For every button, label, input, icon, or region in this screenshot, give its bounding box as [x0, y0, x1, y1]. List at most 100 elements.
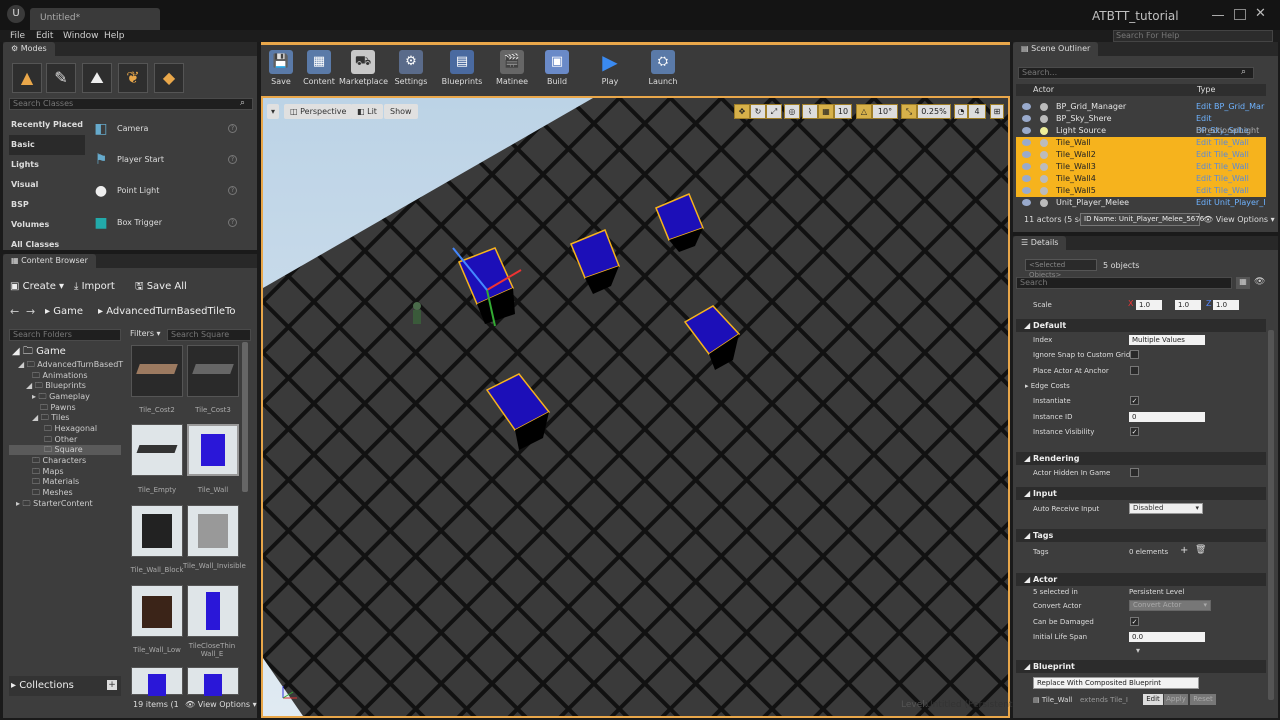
section-blueprint[interactable]: ◢ Blueprint — [1016, 660, 1266, 673]
scene-outliner-tab[interactable]: ▤ Scene Outliner — [1013, 42, 1099, 56]
tree-hexagonal[interactable]: 🗀 Hexagonal — [44, 424, 97, 434]
visibility-eye-icon[interactable] — [1022, 103, 1031, 110]
asset-tile-wall-invisible[interactable] — [187, 505, 239, 557]
viewport[interactable] — [261, 96, 1010, 718]
outliner-row-selected[interactable]: Tile_Wall4 Edit Tile_Wall — [1016, 173, 1266, 185]
paint-mode-icon[interactable]: ✎ — [46, 63, 76, 93]
back-icon[interactable]: ← — [10, 305, 19, 318]
category-visual[interactable]: Visual — [9, 175, 85, 195]
outliner-view-options[interactable]: 👁 View Options ▾ — [1203, 215, 1275, 224]
path-child[interactable]: ▸ AdvancedTurnBasedTileTo — [98, 306, 243, 317]
outliner-row[interactable]: BP_Sky_Shere Edit BP_Sky_Sphe — [1016, 113, 1266, 135]
section-default[interactable]: ◢ Default — [1016, 319, 1266, 332]
category-all-classes[interactable]: All Classes — [9, 235, 85, 255]
menu-window[interactable]: Window — [63, 30, 99, 42]
toolbar-content[interactable]: ▦ Content — [295, 47, 343, 91]
toolbar-blueprints[interactable]: ▤ Blueprints — [438, 47, 486, 91]
column-actor[interactable]: Actor — [1033, 85, 1054, 94]
property-matrix-icon[interactable]: ▦ — [1236, 277, 1250, 289]
grid-snap-icon[interactable]: ▦ — [818, 104, 834, 119]
geometry-mode-icon[interactable]: ◆ — [154, 63, 184, 93]
asset-tile-wall[interactable] — [187, 424, 239, 476]
filters-button[interactable]: Filters ▾ — [130, 329, 161, 338]
details-tab[interactable]: ☰ Details — [1013, 236, 1067, 250]
maximize-icon[interactable] — [1234, 9, 1246, 20]
outliner-row-selected[interactable]: Tile_Wall5 Edit Tile_Wall — [1016, 185, 1266, 197]
asset-tile-cost3[interactable] — [187, 345, 239, 397]
place-item-point-light[interactable]: ● Point Light? — [87, 177, 247, 207]
section-rendering[interactable]: ◢ Rendering — [1016, 452, 1266, 465]
scale-x-field[interactable]: 1.0 — [1136, 300, 1162, 310]
help-icon[interactable]: ? — [228, 218, 237, 227]
blueprint-reset-button[interactable]: Reset — [1190, 694, 1216, 705]
visibility-eye-icon[interactable] — [1022, 187, 1031, 194]
edge-costs-label[interactable]: ▸ Edge Costs — [1025, 381, 1070, 391]
outliner-row[interactable]: BP_Grid_Manager Edit BP_Grid_Mar — [1016, 101, 1266, 113]
eye-icon[interactable]: 👁 — [1254, 277, 1265, 287]
convert-actor-dropdown[interactable]: Convert Actor ▾ — [1129, 600, 1211, 611]
section-actor[interactable]: ◢ Actor — [1016, 573, 1266, 586]
translate-tool-icon[interactable]: ✥ — [734, 104, 750, 119]
search-assets-input[interactable]: Search Square — [167, 329, 251, 341]
outliner-row[interactable]: Unit_Player_Melee Edit Unit_Player_I — [1016, 197, 1266, 209]
tree-pawns[interactable]: 🗀 Pawns — [40, 403, 76, 413]
section-tags[interactable]: ◢ Tags — [1016, 529, 1266, 542]
help-icon[interactable]: ? — [228, 186, 237, 195]
place-item-player-start[interactable]: ⚑ Player Start? — [87, 146, 247, 176]
search-folders-input[interactable]: Search Folders — [9, 329, 121, 341]
scale-z-field[interactable]: 1.0 — [1213, 300, 1239, 310]
instantiate-checkbox[interactable]: ✓ — [1130, 396, 1139, 405]
player-unit-mesh[interactable] — [413, 302, 421, 324]
tree-square[interactable]: 🗀 Square — [9, 445, 121, 455]
add-collection-icon[interactable]: + — [107, 680, 117, 690]
tree-startercontent[interactable]: ▸ 🗀 StarterContent — [16, 499, 93, 509]
close-icon[interactable]: ✕ — [1255, 6, 1266, 21]
asset-tile-empty[interactable] — [131, 424, 183, 476]
ignore-snap-checkbox[interactable] — [1130, 350, 1139, 359]
rotation-snap-value[interactable]: 10° — [872, 104, 898, 119]
visibility-eye-icon[interactable] — [1022, 139, 1031, 146]
path-root[interactable]: ▸ Game — [45, 306, 83, 317]
content-browser-tab[interactable]: ▦ Content Browser — [3, 254, 96, 268]
view-options-button[interactable]: 👁 View Options ▾ — [185, 700, 257, 709]
toolbar-marketplace[interactable]: ⛟ Marketplace — [339, 47, 388, 91]
details-search-input[interactable]: Search — [1016, 277, 1232, 289]
column-type[interactable]: Type — [1197, 85, 1215, 94]
scale-tool-icon[interactable]: ⤢ — [766, 104, 782, 119]
tree-advancedturnbased[interactable]: ◢ 🗀 AdvancedTurnBasedT — [18, 360, 123, 370]
asset-tile-wall-block[interactable] — [131, 505, 183, 557]
visibility-eye-icon[interactable] — [1022, 151, 1031, 158]
maximize-viewport-icon[interactable]: ⊞ — [990, 104, 1004, 119]
tree-characters[interactable]: 🗀 Characters — [32, 456, 86, 466]
scale-y-field[interactable]: 1.0 — [1175, 300, 1201, 310]
scale-snap-icon[interactable]: ⤡ — [901, 104, 917, 119]
landscape-mode-icon[interactable]: ⛰ — [82, 63, 112, 93]
tree-game[interactable]: ◢ 🗀 Game — [12, 347, 66, 357]
index-field[interactable]: Multiple Values — [1129, 335, 1205, 345]
initial-life-span-field[interactable]: 0.0 — [1129, 632, 1205, 642]
collections-header[interactable]: ▸ Collections — [9, 676, 121, 696]
show-button[interactable]: Show — [384, 104, 418, 119]
forward-icon[interactable]: → — [26, 305, 35, 318]
camera-speed-value[interactable]: 4 — [968, 104, 986, 119]
visibility-eye-icon[interactable] — [1022, 163, 1031, 170]
outliner-row-selected[interactable]: Tile_Wall Edit Tile_Wall — [1016, 137, 1266, 149]
outliner-row-selected[interactable]: Tile_Wall2 Edit Tile_Wall — [1016, 149, 1266, 161]
toolbar-build[interactable]: ▣ Build — [533, 47, 581, 91]
world-space-icon[interactable]: ◎ — [784, 104, 800, 119]
replace-composited-button[interactable]: Replace With Composited Blueprint — [1033, 677, 1199, 689]
blueprint-edit-button[interactable]: Edit — [1143, 694, 1163, 705]
perspective-button[interactable]: ◫ Perspective — [284, 104, 353, 119]
blueprint-apply-button[interactable]: Apply — [1164, 694, 1188, 705]
place-mode-icon[interactable]: ▲ — [12, 63, 42, 93]
section-input[interactable]: ◢ Input — [1016, 487, 1266, 500]
rotate-tool-icon[interactable]: ↻ — [750, 104, 766, 119]
can-be-damaged-checkbox[interactable]: ✓ — [1130, 617, 1139, 626]
menu-help[interactable]: Help — [104, 30, 125, 42]
grid-snap-value[interactable]: 10 — [834, 104, 852, 119]
place-anchor-checkbox[interactable] — [1130, 366, 1139, 375]
toolbar-matinee[interactable]: 🎬 Matinee — [488, 47, 536, 91]
toolbar-settings[interactable]: ⚙ Settings — [387, 47, 435, 91]
outliner-search-input[interactable]: Search... — [1018, 67, 1254, 79]
create-button[interactable]: ▣ Create ▾ — [10, 278, 64, 295]
